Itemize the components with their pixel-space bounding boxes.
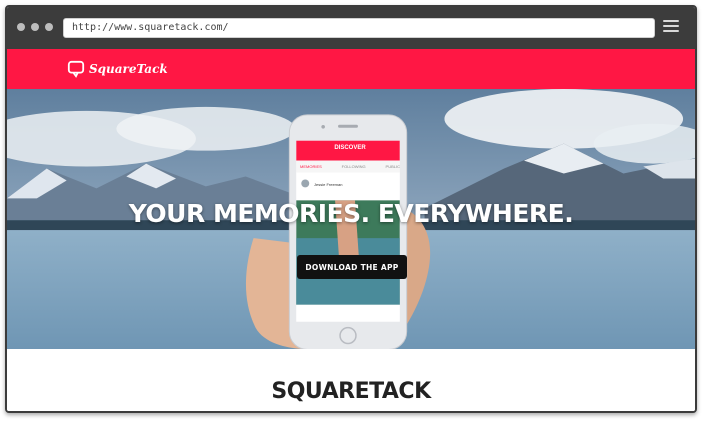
- site-header: SquareTack: [7, 49, 695, 89]
- hero-headline: YOUR MEMORIES. EVERYWHERE.: [128, 199, 574, 228]
- window-dot[interactable]: [17, 23, 25, 31]
- phone-tab: MEMORIES: [300, 164, 322, 169]
- browser-window: http://www.squaretack.com/ SquareTack DI…: [5, 5, 697, 413]
- phone-post-author: Jessie Freeman: [314, 182, 343, 187]
- section-title: SQUARETACK: [271, 379, 431, 404]
- window-controls: [17, 23, 53, 31]
- chat-bubble-icon: [67, 60, 85, 78]
- address-bar[interactable]: http://www.squaretack.com/: [63, 18, 655, 38]
- content-section: SQUARETACK: [7, 351, 695, 411]
- site-logo[interactable]: SquareTack: [67, 60, 168, 78]
- phone-screen-title: DISCOVER: [334, 145, 366, 151]
- download-app-button[interactable]: DOWNLOAD THE APP: [297, 255, 407, 279]
- window-dot[interactable]: [31, 23, 39, 31]
- hamburger-menu-icon[interactable]: [663, 20, 679, 34]
- phone-tab: FOLLOWING: [341, 164, 366, 169]
- phone-tabs: MEMORIES FOLLOWING PUBLIC: [300, 164, 400, 169]
- browser-toolbar: http://www.squaretack.com/: [7, 7, 695, 49]
- phone-tab: PUBLIC: [385, 164, 400, 169]
- window-dot[interactable]: [45, 23, 53, 31]
- hero-section: DISCOVER MEMORIES FOLLOWING PUBLIC Jessi…: [7, 89, 695, 351]
- logo-text: SquareTack: [89, 62, 168, 76]
